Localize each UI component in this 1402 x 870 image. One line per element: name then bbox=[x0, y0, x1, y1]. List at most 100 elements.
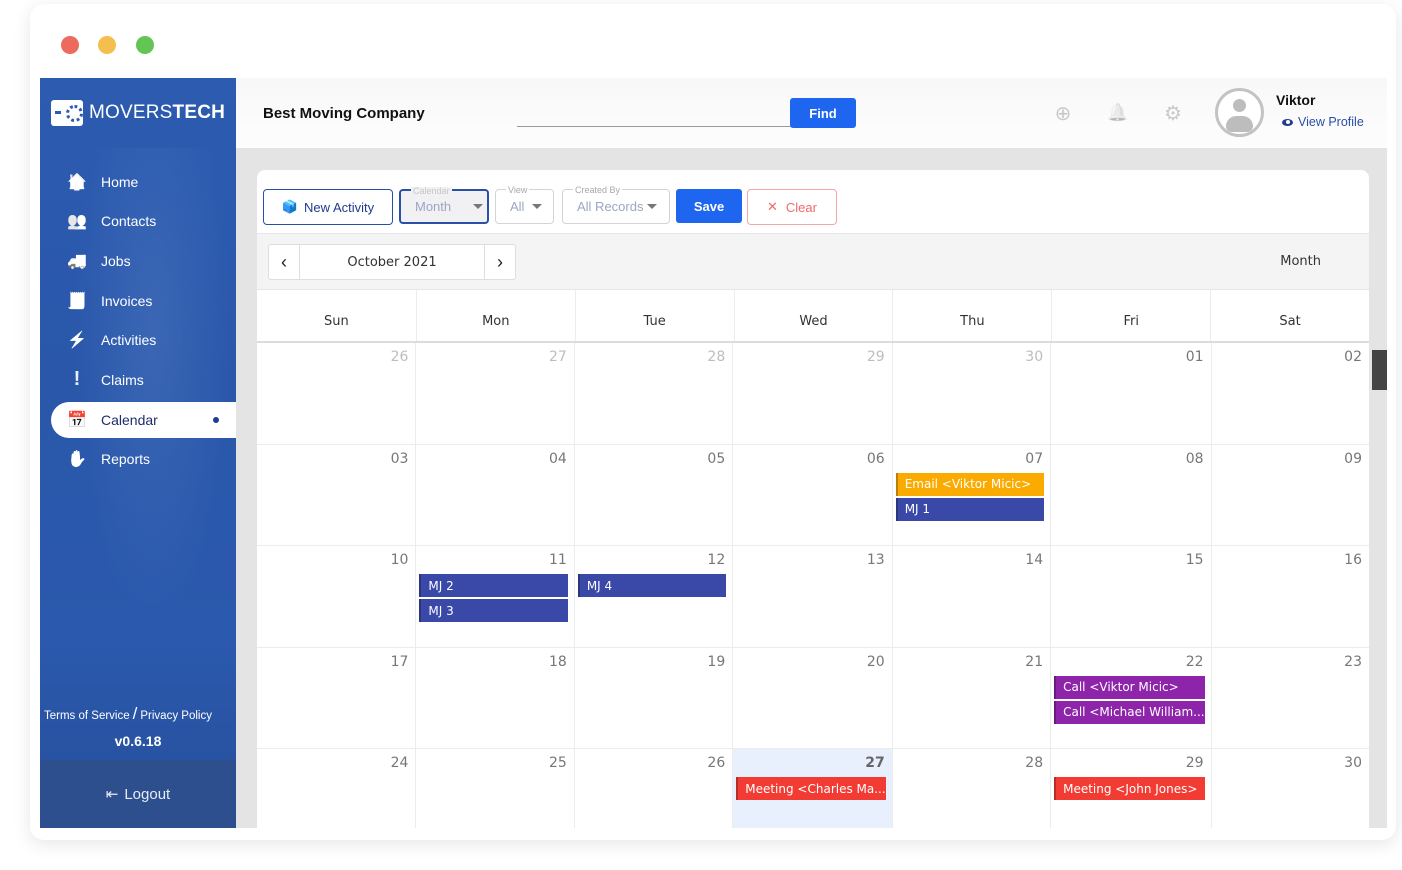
day-cell[interactable]: 20 bbox=[732, 647, 892, 750]
day-cell[interactable]: 19 bbox=[573, 647, 733, 750]
day-number: 28 bbox=[1025, 755, 1044, 772]
sidebar-item-reports[interactable]: ✋ Reports bbox=[51, 440, 236, 480]
day-cell[interactable]: 13 bbox=[732, 546, 892, 648]
sidebar-item-label: Invoices bbox=[101, 292, 153, 309]
new-activity-button[interactable]: 📦 New Activity bbox=[263, 189, 393, 225]
close-window-button[interactable] bbox=[61, 36, 79, 54]
legal-links: Terms of Service / Privacy Policy bbox=[44, 704, 212, 724]
day-cell[interactable]: 10 bbox=[257, 546, 416, 648]
maximize-window-button[interactable] bbox=[136, 36, 154, 54]
event-meeting[interactable]: Meeting <John Jones> bbox=[1054, 777, 1205, 801]
day-cell[interactable]: 06 bbox=[732, 444, 892, 547]
event-call[interactable]: Call <Michael William... bbox=[1054, 700, 1205, 724]
close-icon: ✕ bbox=[767, 199, 778, 214]
day-cell[interactable]: 07 Email <Viktor Micic> MJ 1 bbox=[891, 444, 1051, 547]
sidebar: MOVERSTECH 🏠 Home 👥 Contacts 🚚 Jobs 🧾 Invoices ⚡… bbox=[40, 78, 236, 828]
day-number: 13 bbox=[866, 552, 885, 569]
day-number: 17 bbox=[390, 653, 409, 670]
calendar-days: 26 27 28 29 30 01 02 03 04 05 06 07 Email <Viktor Mi… bbox=[257, 343, 1369, 828]
day-cell[interactable]: 15 bbox=[1050, 546, 1211, 648]
event-email[interactable]: Email <Viktor Micic> bbox=[895, 472, 1045, 496]
minimize-window-button[interactable] bbox=[98, 36, 116, 54]
day-cell[interactable]: 25 bbox=[415, 749, 573, 828]
day-cell[interactable]: 14 bbox=[891, 546, 1051, 648]
sidebar-item-activities[interactable]: ⚡ Activities bbox=[51, 320, 236, 360]
logout-button[interactable]: ⇤ Logout bbox=[40, 760, 236, 828]
exclamation-icon: ! bbox=[73, 368, 81, 391]
day-cell[interactable]: 04 bbox=[415, 444, 574, 547]
day-number: 29 bbox=[1185, 755, 1204, 772]
sidebar-item-home[interactable]: 🏠 Home bbox=[51, 162, 236, 202]
day-cell[interactable]: 12 MJ 4 bbox=[573, 546, 733, 648]
created-by-select[interactable]: Created By All Records bbox=[562, 185, 670, 224]
avatar-body-icon bbox=[1226, 116, 1253, 132]
event-meeting[interactable]: Meeting <Charles Ma... bbox=[736, 777, 886, 801]
day-cell[interactable]: 09 bbox=[1210, 444, 1369, 547]
day-cell[interactable]: 29 bbox=[732, 343, 892, 445]
day-cell[interactable]: 30 bbox=[891, 343, 1051, 445]
day-cell[interactable]: 28 bbox=[573, 343, 733, 445]
day-number: 03 bbox=[390, 450, 409, 467]
logo-icon bbox=[51, 100, 83, 126]
event-job[interactable]: MJ 1 bbox=[895, 497, 1045, 521]
weekday-wed: Wed bbox=[733, 290, 893, 341]
day-cell[interactable]: 18 bbox=[415, 647, 574, 750]
day-cell[interactable]: 21 bbox=[891, 647, 1051, 750]
bell-icon[interactable]: 🔔 bbox=[1107, 102, 1129, 124]
event-job[interactable]: MJ 2 bbox=[419, 574, 568, 598]
prev-month-button[interactable]: ‹ bbox=[269, 245, 300, 279]
day-cell[interactable]: 27 bbox=[415, 343, 574, 445]
add-icon[interactable]: ⊕ bbox=[1052, 102, 1074, 125]
day-cell[interactable]: 08 bbox=[1050, 444, 1211, 547]
day-cell[interactable]: 16 bbox=[1210, 546, 1369, 648]
event-job[interactable]: MJ 3 bbox=[419, 599, 568, 623]
calendar-view-select[interactable]: Calendar Month bbox=[399, 186, 489, 224]
next-month-button[interactable]: › bbox=[484, 245, 515, 279]
sidebar-item-calendar[interactable]: 📅 Calendar bbox=[51, 401, 236, 438]
find-button[interactable]: Find bbox=[790, 98, 856, 128]
event-job[interactable]: MJ 4 bbox=[577, 574, 727, 598]
day-cell[interactable]: 24 bbox=[257, 749, 415, 828]
day-cell[interactable]: 01 bbox=[1050, 343, 1211, 445]
day-number: 18 bbox=[548, 653, 567, 670]
month-grid: Sun Mon Tue Wed Thu Fri Sat 26 27 28 29 30 01 02 03 04… bbox=[257, 290, 1369, 828]
calendar-select-label: Calendar bbox=[411, 186, 452, 196]
day-cell[interactable]: 02 bbox=[1210, 343, 1369, 445]
created-by-label: Created By bbox=[573, 185, 623, 195]
day-number: 20 bbox=[866, 653, 885, 670]
terms-of-service-link[interactable]: Terms of Service bbox=[44, 710, 130, 722]
day-number: 11 bbox=[548, 552, 567, 569]
scrollbar-thumb[interactable] bbox=[1372, 350, 1387, 390]
day-cell[interactable]: 23 bbox=[1210, 647, 1369, 750]
clear-button[interactable]: ✕ Clear bbox=[747, 189, 837, 225]
gear-icon[interactable]: ⚙ bbox=[1162, 102, 1184, 125]
current-month-label: October 2021 bbox=[347, 254, 437, 270]
new-activity-label: New Activity bbox=[304, 199, 375, 215]
logo[interactable]: MOVERSTECH bbox=[51, 100, 225, 126]
sidebar-item-contacts[interactable]: 👥 Contacts bbox=[51, 202, 236, 242]
day-cell[interactable]: 28 bbox=[891, 749, 1050, 828]
day-cell[interactable]: 17 bbox=[257, 648, 416, 750]
search-input[interactable] bbox=[517, 98, 792, 127]
view-profile-link[interactable]: View Profile bbox=[1282, 115, 1364, 129]
day-cell[interactable]: 26 bbox=[573, 749, 732, 828]
avatar[interactable] bbox=[1215, 88, 1264, 137]
active-indicator-dot bbox=[213, 416, 219, 423]
view-select[interactable]: View All bbox=[495, 186, 554, 224]
save-button[interactable]: Save bbox=[676, 189, 742, 223]
day-cell[interactable]: 03 bbox=[257, 445, 416, 547]
day-cell[interactable]: 29 Meeting <John Jones> bbox=[1050, 749, 1210, 828]
day-cell[interactable]: 05 bbox=[573, 444, 733, 547]
sidebar-nav: 🏠 Home 👥 Contacts 🚚 Jobs 🧾 Invoices ⚡ Activities!… bbox=[51, 162, 236, 479]
privacy-policy-link[interactable]: Privacy Policy bbox=[140, 710, 212, 722]
sidebar-item-invoices[interactable]: 🧾 Invoices bbox=[51, 281, 236, 321]
sidebar-item-jobs[interactable]: 🚚 Jobs bbox=[51, 241, 236, 281]
sidebar-item-label: Calendar bbox=[101, 411, 158, 428]
event-call[interactable]: Call <Viktor Micic> bbox=[1054, 675, 1205, 699]
day-cell[interactable]: 22 Call <Viktor Micic> Call <Michael Willi… bbox=[1050, 647, 1211, 750]
day-cell-today[interactable]: 27 Meeting <Charles Ma... bbox=[732, 749, 892, 828]
day-cell[interactable]: 11 MJ 2 MJ 3 bbox=[415, 546, 574, 648]
sidebar-item-claims[interactable]: ! Claims bbox=[51, 360, 236, 400]
day-cell[interactable]: 30 bbox=[1210, 749, 1369, 828]
day-cell[interactable]: 26 bbox=[257, 343, 416, 445]
